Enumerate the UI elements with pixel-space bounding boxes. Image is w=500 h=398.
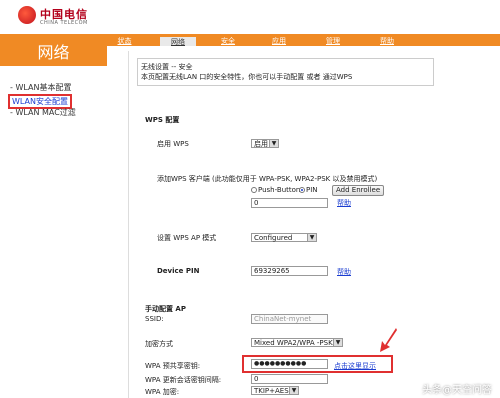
sidebar: - WLAN基本配置 WLAN安全配置 - WLAN MAC过滤: [0, 66, 107, 398]
encryption-select[interactable]: Mixed WPA2/WPA -PSK ▼: [251, 338, 343, 347]
wps-ap-mode-value: Configured: [254, 234, 293, 242]
add-enrollee-button[interactable]: Add Enrollee: [332, 185, 385, 196]
sidebar-item-wlan-basic[interactable]: - WLAN基本配置: [10, 82, 71, 93]
device-pin-input[interactable]: 69329265: [251, 266, 328, 276]
wps-enable-label: 启用 WPS: [157, 140, 189, 148]
wpa-encryption-label: WPA 加密:: [145, 388, 180, 396]
encryption-label: 加密方式: [145, 340, 173, 348]
wps-pin-input[interactable]: 0: [251, 198, 328, 208]
wps-enable-select[interactable]: 启用 ▼: [251, 139, 279, 148]
wps-enable-value: 启用: [254, 140, 268, 148]
manual-ap-heading: 手动配置 AP: [145, 305, 186, 313]
header-bar: 中国电信 CHINA TELECOM: [0, 0, 500, 34]
wps-ap-mode-select[interactable]: Configured ▼: [251, 233, 317, 242]
wps-client-label: 添加WPS 客户端 (此功能仅用于 WPA-PSK, WPA2-PSK 以及禁用…: [157, 175, 378, 183]
brand-name-en: CHINA TELECOM: [40, 20, 88, 26]
sidebar-item-label: WLAN安全配置: [12, 97, 69, 106]
tab-management[interactable]: 管理: [317, 36, 349, 46]
tab-help[interactable]: 帮助: [371, 36, 403, 46]
brand-logo: 中国电信 CHINA TELECOM: [18, 6, 138, 32]
chevron-down-icon: ▼: [269, 140, 278, 147]
psk-label: WPA 预共享密钥:: [145, 362, 201, 370]
wps-ap-mode-label: 设置 WPS AP 模式: [157, 234, 217, 242]
radio-push-button[interactable]: [251, 187, 257, 193]
ssid-label: SSID:: [145, 315, 164, 323]
rekey-interval-input[interactable]: 0: [251, 374, 328, 384]
help-link[interactable]: 帮助: [337, 267, 351, 277]
sidebar-item-label: WLAN MAC过滤: [15, 108, 76, 117]
radio-pin-label: PIN: [306, 186, 318, 194]
chevron-down-icon: ▼: [289, 387, 298, 394]
radio-pin[interactable]: [299, 187, 305, 193]
wps-heading: WPS 配置: [145, 116, 180, 124]
notice-title: 无线设置 -- 安全: [141, 63, 193, 71]
help-link[interactable]: 帮助: [337, 198, 351, 208]
watermark: 头条@天空问答: [422, 385, 492, 396]
tab-security[interactable]: 安全: [213, 36, 243, 46]
chevron-down-icon: ▼: [307, 234, 316, 241]
section-title: 网络: [37, 43, 70, 62]
wpa-encryption-select[interactable]: TKIP+AES ▼: [251, 386, 299, 395]
red-arrow-icon: [380, 328, 397, 352]
tab-applications[interactable]: 应用: [263, 36, 295, 46]
top-nav: 状态 网络 安全 应用 管理 帮助: [107, 34, 500, 48]
encryption-value: Mixed WPA2/WPA -PSK: [254, 339, 333, 347]
chevron-down-icon: ▼: [333, 339, 342, 346]
highlight-box: [242, 355, 393, 373]
notice-text: 本页配置无线LAN 口的安全特性，你也可以手动配置 或者 通过WPS: [141, 73, 353, 81]
device-pin-label: Device PIN: [157, 267, 200, 275]
sidebar-item-label: WLAN基本配置: [15, 83, 72, 92]
china-telecom-logo-icon: [18, 6, 36, 24]
tab-status[interactable]: 状态: [107, 36, 142, 46]
wpa-encryption-value: TKIP+AES: [254, 387, 289, 395]
info-notice: 无线设置 -- 安全 本页配置无线LAN 口的安全特性，你也可以手动配置 或者 …: [137, 58, 434, 86]
sidebar-item-wlan-mac-filter[interactable]: - WLAN MAC过滤: [10, 107, 76, 118]
ssid-input[interactable]: ChinaNet-mynet: [251, 314, 328, 324]
rekey-interval-label: WPA 更新会话密钥间隔:: [145, 376, 222, 384]
radio-push-button-label: Push-Button: [258, 186, 301, 194]
section-title-block: 网络: [0, 34, 107, 66]
